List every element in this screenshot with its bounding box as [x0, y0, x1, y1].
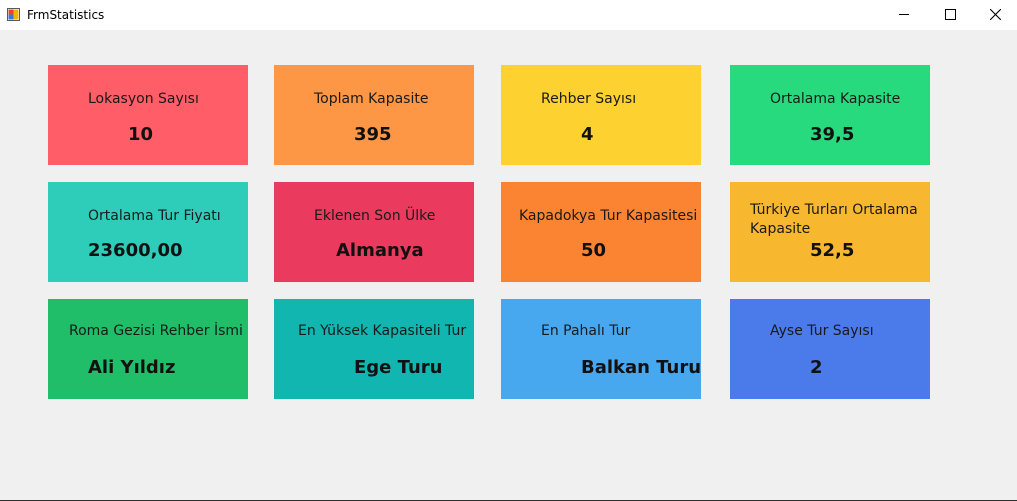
card-value: Almanya	[336, 240, 424, 261]
card-ayse-tur-sayisi: Ayse Tur Sayısı 2	[730, 299, 930, 399]
card-ortalama-tur-fiyati: Ortalama Tur Fiyatı 23600,00	[48, 182, 248, 282]
card-value: 50	[581, 240, 607, 261]
maximize-button[interactable]	[927, 0, 973, 30]
title-bar[interactable]: FrmStatistics	[0, 0, 1017, 30]
card-label: Lokasyon Sayısı	[88, 91, 199, 107]
card-kapadokya-tur-kapasitesi: Kapadokya Tur Kapasitesi 50	[501, 182, 701, 282]
statistics-window: FrmStatistics Lokasyon Sayısı 10 Toplam …	[0, 0, 1017, 501]
card-label: Rehber Sayısı	[541, 91, 637, 107]
window-title: FrmStatistics	[27, 8, 105, 22]
card-label: Kapadokya Tur Kapasitesi	[519, 208, 698, 224]
card-toplam-kapasite: Toplam Kapasite 395	[274, 65, 474, 165]
card-value: 52,5	[810, 240, 855, 261]
card-en-pahali-tur: En Pahalı Tur Balkan Turu	[501, 299, 701, 399]
card-value: 395	[354, 124, 392, 145]
card-value: 2	[810, 357, 823, 378]
card-turkiye-turlari-ortalama-kapasite: Türkiye Turları Ortalama Kapasite 52,5	[730, 182, 930, 282]
card-value: Ali Yıldız	[88, 357, 176, 378]
card-label: En Yüksek Kapasiteli Tur	[298, 323, 467, 339]
card-label: Eklenen Son Ülke	[314, 208, 436, 224]
card-label: Toplam Kapasite	[314, 91, 429, 107]
card-value: 23600,00	[88, 240, 183, 261]
card-en-yuksek-kapasiteli-tur: En Yüksek Kapasiteli Tur Ege Turu	[274, 299, 474, 399]
minimize-icon	[899, 14, 909, 15]
card-label: Ortalama Tur Fiyatı	[88, 208, 221, 224]
card-rehber-sayisi: Rehber Sayısı 4	[501, 65, 701, 165]
card-value: 39,5	[810, 124, 855, 145]
card-label: Roma Gezisi Rehber İsmi	[69, 323, 243, 339]
card-value: 10	[128, 124, 154, 145]
card-label: En Pahalı Tur	[541, 323, 631, 339]
card-roma-gezisi-rehber-ismi: Roma Gezisi Rehber İsmi Ali Yıldız	[48, 299, 248, 399]
card-value: Ege Turu	[354, 357, 443, 378]
card-ortalama-kapasite: Ortalama Kapasite 39,5	[730, 65, 930, 165]
card-lokasyon-sayisi: Lokasyon Sayısı 10	[48, 65, 248, 165]
card-eklenen-son-ulke: Eklenen Son Ülke Almanya	[274, 182, 474, 282]
close-icon	[990, 9, 1001, 20]
card-label: Ayse Tur Sayısı	[770, 323, 874, 339]
card-label: Ortalama Kapasite	[770, 91, 901, 107]
app-icon	[7, 8, 20, 21]
card-value: 4	[581, 124, 594, 145]
close-button[interactable]	[972, 0, 1017, 30]
minimize-button[interactable]	[881, 0, 927, 30]
maximize-icon	[945, 9, 956, 20]
card-value: Balkan Turu	[581, 357, 702, 378]
card-label: Türkiye Turları Ortalama Kapasite	[750, 202, 918, 237]
